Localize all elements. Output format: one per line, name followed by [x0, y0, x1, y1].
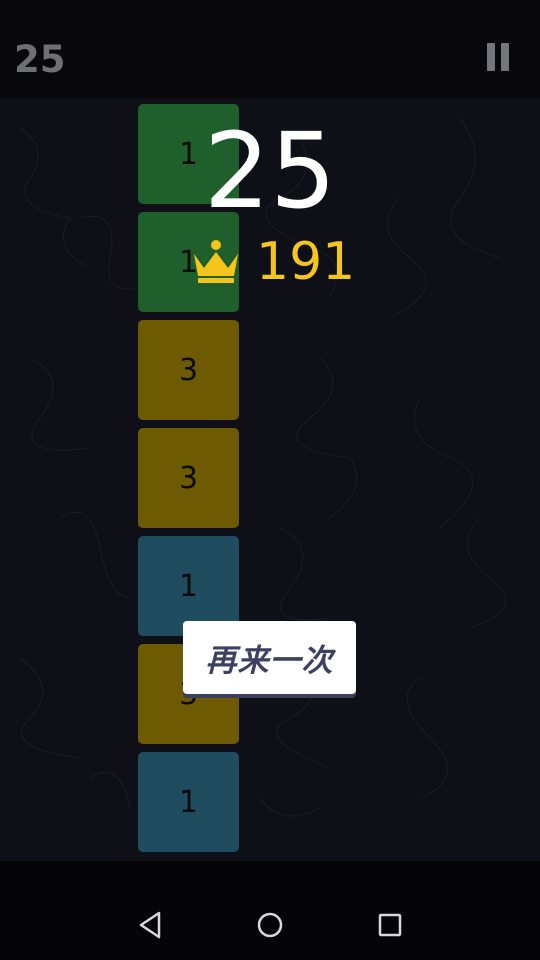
pause-icon [487, 43, 495, 71]
best-score-row: 191 [192, 232, 355, 292]
recents-square-icon[interactable] [370, 905, 410, 945]
back-triangle-icon[interactable] [130, 905, 170, 945]
header-score: 25 [14, 38, 66, 81]
tile: 1 [138, 752, 239, 852]
tile: 3 [138, 428, 239, 528]
pause-icon-bar [501, 43, 509, 71]
current-score: 25 [203, 110, 337, 232]
top-bar: 25 [0, 0, 540, 98]
pause-button[interactable] [478, 36, 518, 78]
best-score: 191 [256, 232, 356, 292]
tile: 3 [138, 320, 239, 420]
home-circle-icon[interactable] [250, 905, 290, 945]
retry-button[interactable]: 再来一次 [183, 621, 356, 694]
game-screen: 25 1 1 3 3 1 3 1 25 191 再来一次 [0, 0, 540, 960]
crown-icon [194, 240, 238, 283]
